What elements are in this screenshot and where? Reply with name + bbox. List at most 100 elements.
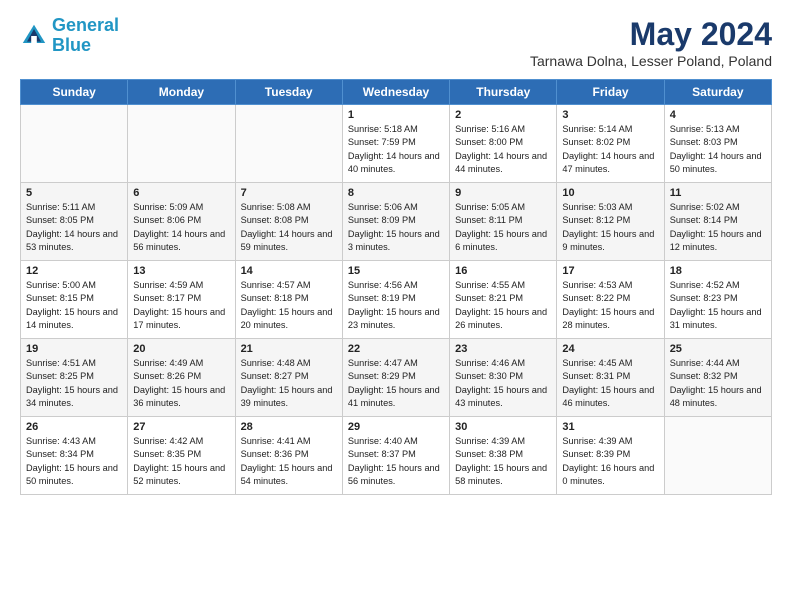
calendar-table: SundayMondayTuesdayWednesdayThursdayFrid… [20,79,772,495]
title-block: May 2024 Tarnawa Dolna, Lesser Poland, P… [530,16,772,69]
day-info: Sunrise: 4:49 AMSunset: 8:26 PMDaylight:… [133,357,229,410]
day-number: 29 [348,421,444,433]
day-info: Sunrise: 4:43 AMSunset: 8:34 PMDaylight:… [26,435,122,488]
day-cell: 5 Sunrise: 5:11 AMSunset: 8:05 PMDaylight… [21,183,128,261]
header-cell-thursday: Thursday [450,80,557,105]
day-number: 28 [241,421,337,433]
header-cell-monday: Monday [128,80,235,105]
day-cell: 10 Sunrise: 5:03 AMSunset: 8:12 PMDayligh… [557,183,664,261]
day-cell: 29 Sunrise: 4:40 AMSunset: 8:37 PMDayligh… [342,417,449,495]
day-info: Sunrise: 5:14 AMSunset: 8:02 PMDaylight:… [562,123,658,176]
day-number: 30 [455,421,551,433]
logo-line1: General [52,15,119,35]
week-row-0: 1Sunrise: 5:18 AMSunset: 7:59 PMDaylight… [21,105,772,183]
day-cell: 14Sunrise: 4:57 AMSunset: 8:18 PMDayligh… [235,261,342,339]
day-number: 26 [26,421,122,433]
day-info: Sunrise: 5:16 AMSunset: 8:00 PMDaylight:… [455,123,551,176]
day-info: Sunrise: 4:56 AMSunset: 8:19 PMDaylight:… [348,279,444,332]
day-cell [235,105,342,183]
location-title: Tarnawa Dolna, Lesser Poland, Poland [530,53,772,69]
day-number: 31 [562,421,658,433]
day-number: 7 [241,187,337,199]
day-number: 12 [26,265,122,277]
day-cell: 26 Sunrise: 4:43 AMSunset: 8:34 PMDayligh… [21,417,128,495]
day-number: 25 [670,343,766,355]
day-cell: 9 Sunrise: 5:05 AMSunset: 8:11 PMDaylight… [450,183,557,261]
day-number: 3 [562,109,658,121]
day-number: 16 [455,265,551,277]
day-cell: 28 Sunrise: 4:41 AMSunset: 8:36 PMDayligh… [235,417,342,495]
day-info: Sunrise: 5:03 AMSunset: 8:12 PMDaylight:… [562,201,658,254]
day-number: 19 [26,343,122,355]
day-info: Sunrise: 4:39 AMSunset: 8:39 PMDaylight:… [562,435,658,488]
day-number: 4 [670,109,766,121]
page: General Blue May 2024 Tarnawa Dolna, Les… [0,0,792,505]
logo: General Blue [20,16,119,56]
day-cell: 18 Sunrise: 4:52 AMSunset: 8:23 PMDayligh… [664,261,771,339]
day-number: 2 [455,109,551,121]
day-cell: 27Sunrise: 4:42 AMSunset: 8:35 PMDayligh… [128,417,235,495]
day-cell: 19 Sunrise: 4:51 AMSunset: 8:25 PMDayligh… [21,339,128,417]
header-cell-tuesday: Tuesday [235,80,342,105]
day-cell: 6Sunrise: 5:09 AMSunset: 8:06 PMDaylight… [128,183,235,261]
day-cell: 7 Sunrise: 5:08 AMSunset: 8:08 PMDaylight… [235,183,342,261]
day-cell: 13Sunrise: 4:59 AMSunset: 8:17 PMDayligh… [128,261,235,339]
day-cell: 3 Sunrise: 5:14 AMSunset: 8:02 PMDaylight… [557,105,664,183]
day-info: Sunrise: 4:39 AMSunset: 8:38 PMDaylight:… [455,435,551,488]
day-info: Sunrise: 5:11 AMSunset: 8:05 PMDaylight:… [26,201,122,254]
day-info: Sunrise: 5:13 AMSunset: 8:03 PMDaylight:… [670,123,766,176]
header-cell-sunday: Sunday [21,80,128,105]
logo-line2: Blue [52,35,91,55]
day-number: 22 [348,343,444,355]
day-cell: 30 Sunrise: 4:39 AMSunset: 8:38 PMDayligh… [450,417,557,495]
day-number: 18 [670,265,766,277]
day-cell: 20 Sunrise: 4:49 AMSunset: 8:26 PMDayligh… [128,339,235,417]
day-info: Sunrise: 5:02 AMSunset: 8:14 PMDaylight:… [670,201,766,254]
day-info: Sunrise: 4:40 AMSunset: 8:37 PMDaylight:… [348,435,444,488]
day-number: 5 [26,187,122,199]
week-row-3: 19 Sunrise: 4:51 AMSunset: 8:25 PMDayligh… [21,339,772,417]
day-info: Sunrise: 4:47 AMSunset: 8:29 PMDaylight:… [348,357,444,410]
day-cell: 22 Sunrise: 4:47 AMSunset: 8:29 PMDayligh… [342,339,449,417]
day-cell [21,105,128,183]
day-cell: 16 Sunrise: 4:55 AMSunset: 8:21 PMDayligh… [450,261,557,339]
day-cell: 25 Sunrise: 4:44 AMSunset: 8:32 PMDayligh… [664,339,771,417]
day-info: Sunrise: 4:52 AMSunset: 8:23 PMDaylight:… [670,279,766,332]
day-info: Sunrise: 4:44 AMSunset: 8:32 PMDaylight:… [670,357,766,410]
day-info: Sunrise: 5:00 AMSunset: 8:15 PMDaylight:… [26,279,122,332]
day-cell: 2 Sunrise: 5:16 AMSunset: 8:00 PMDaylight… [450,105,557,183]
day-number: 20 [133,343,229,355]
day-number: 17 [562,265,658,277]
day-info: Sunrise: 5:18 AMSunset: 7:59 PMDaylight:… [348,123,444,176]
day-number: 23 [455,343,551,355]
day-info: Sunrise: 4:41 AMSunset: 8:36 PMDaylight:… [241,435,337,488]
day-cell: 21Sunrise: 4:48 AMSunset: 8:27 PMDayligh… [235,339,342,417]
header-cell-saturday: Saturday [664,80,771,105]
day-cell: 8Sunrise: 5:06 AMSunset: 8:09 PMDaylight… [342,183,449,261]
header: General Blue May 2024 Tarnawa Dolna, Les… [20,16,772,69]
day-cell: 23Sunrise: 4:46 AMSunset: 8:30 PMDayligh… [450,339,557,417]
header-cell-friday: Friday [557,80,664,105]
day-cell [664,417,771,495]
day-cell: 1Sunrise: 5:18 AMSunset: 7:59 PMDaylight… [342,105,449,183]
day-number: 9 [455,187,551,199]
day-number: 10 [562,187,658,199]
day-cell: 11 Sunrise: 5:02 AMSunset: 8:14 PMDayligh… [664,183,771,261]
day-number: 11 [670,187,766,199]
day-number: 14 [241,265,337,277]
day-number: 27 [133,421,229,433]
month-title: May 2024 [530,16,772,53]
day-info: Sunrise: 5:08 AMSunset: 8:08 PMDaylight:… [241,201,337,254]
week-row-1: 5 Sunrise: 5:11 AMSunset: 8:05 PMDaylight… [21,183,772,261]
header-row: SundayMondayTuesdayWednesdayThursdayFrid… [21,80,772,105]
day-cell: 12 Sunrise: 5:00 AMSunset: 8:15 PMDayligh… [21,261,128,339]
day-number: 6 [133,187,229,199]
day-number: 21 [241,343,337,355]
day-info: Sunrise: 4:51 AMSunset: 8:25 PMDaylight:… [26,357,122,410]
day-info: Sunrise: 4:55 AMSunset: 8:21 PMDaylight:… [455,279,551,332]
day-info: Sunrise: 4:53 AMSunset: 8:22 PMDaylight:… [562,279,658,332]
week-row-4: 26 Sunrise: 4:43 AMSunset: 8:34 PMDayligh… [21,417,772,495]
day-info: Sunrise: 5:05 AMSunset: 8:11 PMDaylight:… [455,201,551,254]
day-cell: 4 Sunrise: 5:13 AMSunset: 8:03 PMDaylight… [664,105,771,183]
day-number: 15 [348,265,444,277]
